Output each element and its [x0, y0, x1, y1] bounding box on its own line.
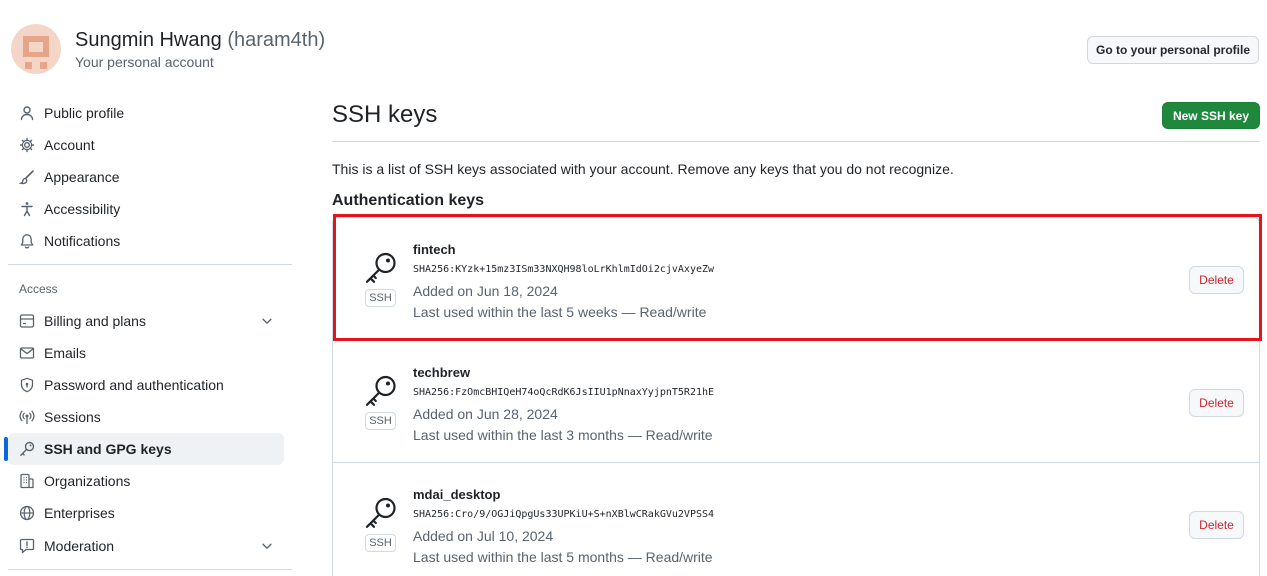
page-title: SSH keys	[332, 101, 438, 128]
sidebar-item-accessibility[interactable]: Accessibility	[8, 193, 284, 225]
shield-lock-icon	[20, 377, 34, 393]
key-title: mdai_desktop	[413, 487, 501, 502]
key-title: techbrew	[413, 365, 471, 380]
organization-icon	[20, 473, 34, 489]
title-divider	[332, 141, 1260, 142]
key-icon	[365, 252, 396, 283]
key-added-date: Added on Jun 28, 2024	[413, 406, 558, 422]
credit-card-icon	[19, 314, 35, 328]
sidebar-item-emails[interactable]: Emails	[8, 337, 284, 369]
sidebar-item-label: Sessions	[44, 409, 101, 425]
sidebar-divider	[8, 264, 292, 265]
ssh-key-row: SSH mdai_desktop SHA256:Cro/9/OGJiQpgUs3…	[333, 462, 1259, 576]
accessibility-icon	[21, 202, 33, 217]
bell-icon	[20, 234, 34, 249]
key-added-date: Added on Jun 18, 2024	[413, 283, 558, 299]
account-subtitle: Your personal account	[75, 54, 214, 70]
sidebar-item-notifications[interactable]: Notifications	[8, 225, 284, 257]
new-ssh-key-button[interactable]: New SSH key	[1162, 102, 1260, 129]
paintbrush-icon	[19, 170, 34, 185]
sidebar-item-password-authentication[interactable]: Password and authentication	[8, 369, 284, 401]
gear-icon	[19, 137, 35, 153]
delete-key-button[interactable]: Delete	[1189, 389, 1244, 417]
chevron-down-icon[interactable]	[260, 539, 274, 553]
account-header: Sungmin Hwang (haram4th) Your personal a…	[0, 0, 1267, 92]
user-display-name: Sungmin Hwang (haram4th)	[75, 29, 325, 52]
sidebar-item-label: Emails	[44, 345, 87, 361]
delete-key-button[interactable]: Delete	[1189, 511, 1244, 539]
sidebar-item-label: Billing and plans	[44, 313, 146, 329]
sidebar-item-label: Password and authentication	[44, 377, 224, 393]
key-last-used: Last used within the last 3 months — Rea…	[413, 427, 713, 443]
delete-key-button[interactable]: Delete	[1189, 266, 1244, 294]
sidebar-item-label: Moderation	[44, 538, 115, 554]
broadcast-icon	[19, 410, 35, 425]
key-title: fintech	[413, 242, 456, 257]
sidebar-item-label: Account	[44, 137, 95, 153]
ssh-badge: SSH	[365, 289, 396, 307]
sidebar-item-label: Notifications	[44, 233, 121, 249]
chevron-down-icon[interactable]	[260, 314, 274, 328]
ssh-badge: SSH	[365, 412, 396, 430]
display-name: Sungmin Hwang	[75, 29, 222, 51]
sidebar-item-label: Public profile	[44, 105, 125, 121]
key-icon	[365, 497, 396, 528]
ssh-key-list: SSH fintech SHA256:KYzk+15mz3ISm33NXQH98…	[332, 217, 1260, 576]
report-icon	[19, 538, 35, 554]
key-added-date: Added on Jul 10, 2024	[413, 528, 554, 544]
sidebar-section-access: Access	[19, 282, 58, 296]
globe-icon	[19, 505, 35, 521]
ssh-key-row: SSH fintech SHA256:KYzk+15mz3ISm33NXQH98…	[333, 218, 1259, 340]
sidebar-item-enterprises[interactable]: Enterprises	[8, 497, 284, 529]
avatar[interactable]	[11, 24, 61, 74]
key-icon	[365, 375, 396, 406]
key-last-used: Last used within the last 5 months — Rea…	[413, 549, 713, 565]
sidebar-item-public-profile[interactable]: Public profile	[8, 97, 284, 129]
key-fingerprint: SHA256:FzOmcBHIQeH74oQcRdK6JsIIU1pNnaxYy…	[413, 387, 715, 398]
key-fingerprint: SHA256:Cro/9/OGJiQpgUs33UPKiU+S+nXBlwCRa…	[413, 509, 715, 520]
sidebar-item-label: Organizations	[44, 473, 131, 489]
mail-icon	[19, 347, 35, 359]
section-title-authentication-keys: Authentication keys	[332, 192, 485, 209]
page-description: This is a list of SSH keys associated wi…	[332, 161, 954, 177]
sidebar-divider	[8, 569, 292, 570]
sidebar-item-sessions[interactable]: Sessions	[8, 401, 284, 433]
settings-sidebar: Public profile Account Appearance Access…	[0, 96, 300, 576]
key-icon	[20, 441, 35, 456]
key-last-used: Last used within the last 5 weeks — Read…	[413, 304, 707, 320]
key-fingerprint: SHA256:KYzk+15mz3ISm33NXQH98loLrKhlmIdOi…	[413, 264, 715, 275]
sidebar-item-moderation[interactable]: Moderation	[8, 530, 284, 562]
ssh-key-row: SSH techbrew SHA256:FzOmcBHIQeH74oQcRdK6…	[333, 340, 1259, 462]
sidebar-item-label: Enterprises	[44, 505, 115, 521]
sidebar-item-ssh-gpg-keys[interactable]: SSH and GPG keys	[8, 433, 284, 465]
sidebar-item-label: Accessibility	[44, 201, 121, 217]
person-icon	[20, 106, 34, 121]
sidebar-item-organizations[interactable]: Organizations	[8, 465, 284, 497]
sidebar-item-label: Appearance	[44, 169, 120, 185]
sidebar-item-label: SSH and GPG keys	[44, 441, 172, 457]
go-to-profile-button[interactable]: Go to your personal profile	[1087, 36, 1259, 64]
sidebar-item-account[interactable]: Account	[8, 129, 284, 161]
sidebar-item-appearance[interactable]: Appearance	[8, 161, 284, 193]
sidebar-item-billing[interactable]: Billing and plans	[8, 305, 284, 337]
ssh-badge: SSH	[365, 534, 396, 552]
user-handle: (haram4th)	[227, 29, 326, 51]
